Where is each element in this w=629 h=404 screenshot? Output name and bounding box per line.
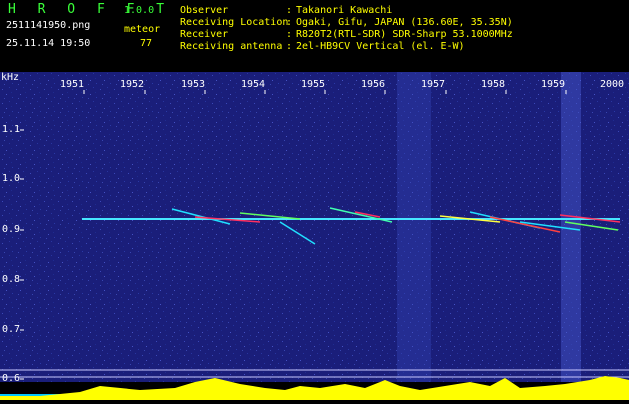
noise-band bbox=[397, 72, 431, 382]
y-tick-label: 1.1 bbox=[2, 124, 21, 135]
y-axis-unit: kHz bbox=[1, 72, 20, 83]
antenna-label: Receiving antenna bbox=[180, 41, 283, 52]
meteor-count: 77 bbox=[140, 38, 153, 49]
meteor-label: meteor bbox=[124, 24, 161, 35]
observer-colon: : bbox=[286, 5, 293, 16]
receiver-value: R820T2(RTL-SDR) SDR-Sharp 53.1000MHz bbox=[296, 29, 513, 40]
y-tick-label: 0.6 bbox=[2, 373, 21, 384]
y-tick-label: 0.9 bbox=[2, 224, 21, 235]
x-tick-label: 1956 bbox=[361, 79, 386, 90]
x-tick-label: 1957 bbox=[421, 79, 446, 90]
observer-value: Takanori Kawachi bbox=[296, 5, 393, 16]
x-tick-label: 1952 bbox=[120, 79, 145, 90]
location-value: Ogaki, Gifu, JAPAN (136.60E, 35.35N) bbox=[296, 17, 513, 28]
spectrogram-panel: kHz 1.1 1.0 0.9 0.8 0.7 0.6 bbox=[0, 72, 629, 400]
location-label: Receiving Location bbox=[180, 17, 289, 28]
noise-band bbox=[561, 72, 581, 382]
antenna-value: 2el-HB9CV Vertical (el. E-W) bbox=[296, 41, 465, 52]
x-tick-label: 1953 bbox=[181, 79, 206, 90]
location-colon: : bbox=[286, 17, 293, 28]
header-panel: H R O F F T 1.0.0 2511141950.png meteor … bbox=[0, 0, 629, 72]
x-tick-label: 1951 bbox=[60, 79, 85, 90]
observer-label: Observer bbox=[180, 5, 229, 16]
receiver-label: Receiver bbox=[180, 29, 229, 40]
file-datetime: 25.11.14 19:50 bbox=[6, 38, 91, 49]
antenna-colon: : bbox=[286, 41, 293, 52]
spectrogram bbox=[0, 72, 629, 400]
x-tick-label: 1954 bbox=[241, 79, 266, 90]
app-version: 1.0.0 bbox=[124, 5, 155, 16]
y-tick-label: 0.7 bbox=[2, 324, 21, 335]
y-tick-label: 1.0 bbox=[2, 173, 21, 184]
x-tick-label: 1959 bbox=[541, 79, 566, 90]
y-tick-label: 0.8 bbox=[2, 274, 21, 285]
receiver-colon: : bbox=[286, 29, 293, 40]
x-tick-label: 1958 bbox=[481, 79, 506, 90]
x-tick-label: 1955 bbox=[301, 79, 326, 90]
file-name: 2511141950.png bbox=[6, 20, 91, 31]
x-tick-label: 2000 bbox=[600, 79, 625, 90]
